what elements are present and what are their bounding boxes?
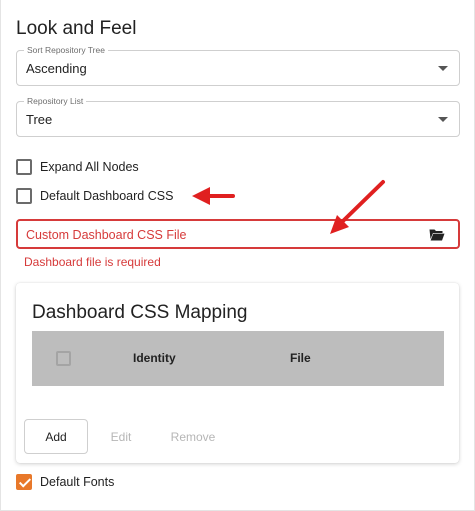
repository-list-value: Tree — [26, 112, 53, 127]
default-dashboard-css-option[interactable]: Default Dashboard CSS — [16, 187, 173, 205]
expand-all-nodes-checkbox[interactable] — [16, 159, 32, 175]
default-fonts-checkbox[interactable] — [16, 474, 32, 490]
repository-list-select[interactable]: Repository List Tree — [16, 96, 460, 137]
sort-repository-tree-value: Ascending — [26, 61, 87, 76]
chevron-down-icon — [438, 117, 448, 122]
column-header-file[interactable]: File — [290, 351, 311, 365]
custom-css-error-message: Dashboard file is required — [24, 255, 161, 269]
expand-all-nodes-label: Expand All Nodes — [40, 160, 139, 174]
remove-button[interactable]: Remove — [164, 419, 222, 454]
section-title: Look and Feel — [16, 18, 137, 39]
select-all-checkbox[interactable] — [56, 351, 71, 366]
custom-dashboard-css-file-field[interactable]: Custom Dashboard CSS File — [16, 219, 460, 249]
mapping-table-header: Identity File — [32, 331, 444, 386]
sort-repository-tree-label: Sort Repository Tree — [24, 45, 108, 55]
look-and-feel-panel: Look and Feel Sort Repository Tree Ascen… — [0, 0, 475, 511]
edit-button[interactable]: Edit — [103, 419, 139, 454]
default-fonts-option[interactable]: Default Fonts — [16, 473, 114, 491]
repository-list-label: Repository List — [24, 96, 87, 106]
default-fonts-label: Default Fonts — [40, 475, 115, 489]
column-header-identity[interactable]: Identity — [133, 351, 176, 365]
chevron-down-icon — [438, 66, 448, 71]
add-button[interactable]: Add — [24, 419, 88, 454]
custom-dashboard-css-file-placeholder: Custom Dashboard CSS File — [26, 228, 187, 242]
folder-open-icon[interactable] — [429, 228, 445, 241]
mapping-title: Dashboard CSS Mapping — [32, 302, 248, 323]
sort-repository-tree-select[interactable]: Sort Repository Tree Ascending — [16, 45, 460, 86]
dashboard-css-mapping-card: Dashboard CSS Mapping Identity File Add … — [16, 283, 459, 463]
default-dashboard-css-checkbox[interactable] — [16, 188, 32, 204]
default-dashboard-css-label: Default Dashboard CSS — [40, 189, 174, 203]
expand-all-nodes-option[interactable]: Expand All Nodes — [16, 158, 139, 176]
